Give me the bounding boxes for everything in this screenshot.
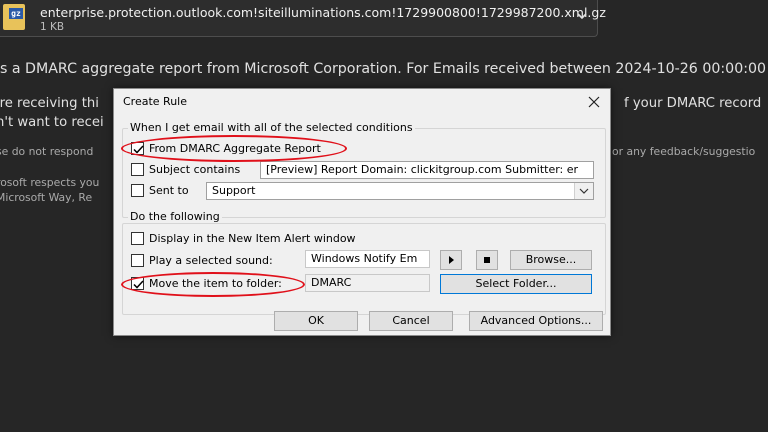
close-icon[interactable] (587, 95, 601, 109)
email-body-line-4: se do not respond (0, 145, 94, 158)
subject-label: Subject contains (149, 163, 241, 176)
play-icon (449, 256, 454, 264)
from-label: From DMARC Aggregate Report (149, 142, 321, 155)
conditions-group-label: When I get email with all of the selecte… (128, 121, 415, 134)
email-body-line-2-right: f your DMARC record (624, 96, 762, 111)
alert-window-checkbox[interactable] (131, 232, 144, 245)
select-folder-button[interactable]: Select Folder... (440, 274, 592, 294)
checkmark-icon (133, 280, 144, 289)
sent-to-value: Support (212, 184, 256, 197)
browse-button[interactable]: Browse... (510, 250, 592, 270)
create-rule-dialog: Create Rule When I get email with all of… (113, 88, 611, 336)
dialog-title: Create Rule (123, 95, 187, 108)
sent-to-combo[interactable]: Support (206, 182, 594, 200)
alert-window-label: Display in the New Item Alert window (149, 232, 356, 245)
attachment-card[interactable]: gz enterprise.protection.outlook.com!sit… (0, 0, 606, 37)
folder-name-field: DMARC (305, 274, 430, 292)
chevron-down-icon (579, 188, 589, 194)
ok-button[interactable]: OK (274, 311, 358, 331)
from-checkbox[interactable] (131, 142, 144, 155)
combo-dropdown-button[interactable] (574, 183, 593, 199)
gz-file-icon: gz (3, 4, 25, 30)
sent-to-checkbox[interactable] (131, 184, 144, 197)
play-sound-checkbox[interactable] (131, 254, 144, 267)
file-icon-letters: gz (9, 8, 23, 19)
play-sound-button[interactable] (440, 250, 462, 270)
subject-contains-field[interactable]: [Preview] Report Domain: clickitgroup.co… (260, 161, 594, 179)
email-body-line-3: n't want to recei (0, 115, 104, 130)
attachment-size: 1 KB (40, 21, 65, 33)
subject-checkbox[interactable] (131, 163, 144, 176)
checkmark-icon (133, 145, 144, 154)
move-to-folder-checkbox[interactable] (131, 277, 144, 290)
stop-sound-button[interactable] (476, 250, 498, 270)
chevron-down-icon[interactable] (575, 9, 589, 23)
advanced-options-button[interactable]: Advanced Options... (469, 311, 603, 331)
email-body-line-6: Microsoft Way, Re (0, 191, 93, 204)
cancel-button[interactable]: Cancel (369, 311, 453, 331)
email-body-line-2: 're receiving thi (0, 96, 99, 111)
email-body-line-4-right: or any feedback/suggestio (612, 145, 756, 158)
attachment-filename: enterprise.protection.outlook.com!siteil… (40, 5, 606, 20)
sent-to-label: Sent to (149, 184, 189, 197)
email-body-line-1: is a DMARC aggregate report from Microso… (0, 61, 767, 77)
actions-group-label: Do the following (128, 210, 222, 223)
stop-icon (484, 257, 490, 263)
email-body-line-5: rosoft respects you (0, 176, 100, 189)
move-to-folder-label: Move the item to folder: (149, 277, 282, 290)
sound-file-field[interactable]: Windows Notify Em (305, 250, 430, 268)
play-sound-label: Play a selected sound: (149, 254, 273, 267)
